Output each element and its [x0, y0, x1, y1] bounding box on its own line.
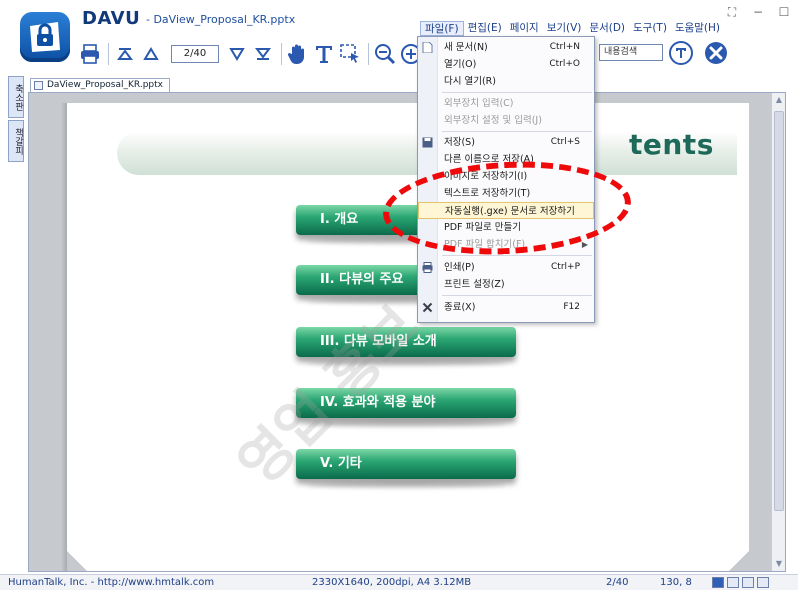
close-document-button[interactable]: [704, 41, 728, 65]
status-company: HumanTalk, Inc. - http://www.hmtalk.com: [8, 577, 215, 588]
window-title: - DaView_Proposal_KR.pptx: [146, 13, 296, 26]
menu-open[interactable]: 열기(O) Ctrl+O: [418, 56, 594, 73]
view-grid-icon[interactable]: [757, 577, 769, 588]
status-page-info: 2330X1640, 200dpi, A4 3.12MB: [312, 577, 472, 588]
page-shadow: [61, 103, 67, 571]
menu-print[interactable]: 인쇄(P) Ctrl+P: [418, 259, 594, 276]
print-icon: [422, 262, 433, 273]
toc-item-5: V. 기타: [296, 449, 516, 479]
side-panel-tabs: 축소판 책갈피: [8, 76, 24, 164]
menu-print-setup[interactable]: 프린트 설정(Z): [418, 276, 594, 293]
title-bar: DAVU - DaView_Proposal_KR.pptx ⛶ − ☐ 파일(…: [0, 0, 798, 72]
select-area-icon: [340, 44, 359, 63]
next-page-icon: [229, 48, 245, 61]
menu-tools[interactable]: 도구(T): [629, 21, 671, 36]
prev-page-button[interactable]: [139, 42, 163, 66]
document-file-icon: [34, 81, 43, 90]
window-controls: ⛶ − ☐: [726, 6, 790, 18]
menu-new-document[interactable]: 새 문서(N) Ctrl+N: [418, 39, 594, 56]
exit-icon: [422, 302, 433, 313]
scroll-thumb[interactable]: [774, 111, 784, 511]
menu-external-input: 외부장치 입력(C): [444, 98, 514, 109]
menu-edit[interactable]: 편집(E): [464, 21, 506, 36]
hand-tool-button[interactable]: [286, 42, 310, 66]
slide-title: tents: [629, 128, 714, 161]
hand-tool-icon: [287, 44, 304, 64]
print-icon: [81, 44, 99, 64]
view-continuous-icon[interactable]: [727, 577, 739, 588]
menu-separator: [442, 92, 592, 93]
menu-view[interactable]: 보기(V): [543, 21, 586, 36]
status-zoom: 130, 8: [660, 577, 692, 588]
document-tab[interactable]: DaView_Proposal_KR.pptx: [30, 78, 170, 92]
toolbar-separator: [281, 43, 282, 65]
first-page-button[interactable]: [113, 42, 137, 66]
search-icon: [669, 41, 693, 65]
menu-separator: [442, 255, 592, 256]
zoom-out-button[interactable]: [373, 42, 397, 66]
text-tool-icon: [316, 46, 332, 63]
maximize-button[interactable]: ☐: [778, 6, 790, 18]
menu-help[interactable]: 도움말(H): [671, 21, 724, 36]
slide-page: tents I. 개요 II. 다뷰의 주요 III. 다뷰 모바일 소개 IV…: [61, 103, 749, 571]
vertical-scrollbar[interactable]: ▲ ▼: [771, 93, 785, 571]
last-page-button[interactable]: [251, 42, 275, 66]
main-toolbar: 2/40: [78, 40, 425, 68]
first-page-icon: [117, 48, 133, 60]
zoom-out-icon: [375, 44, 396, 65]
view-mode-buttons: [712, 577, 769, 588]
status-bar: HumanTalk, Inc. - http://www.hmtalk.com …: [0, 574, 798, 590]
scroll-up-icon[interactable]: ▲: [774, 95, 784, 105]
tab-bookmarks[interactable]: 책갈피: [8, 120, 24, 162]
search-button[interactable]: [668, 40, 694, 66]
view-double-icon[interactable]: [742, 577, 754, 588]
new-document-icon: [422, 42, 433, 53]
scroll-down-icon[interactable]: ▼: [774, 559, 784, 569]
prev-page-icon: [143, 47, 159, 60]
menu-separator: [442, 295, 592, 296]
tab-thumbnails[interactable]: 축소판: [8, 76, 24, 118]
select-area-button[interactable]: [338, 42, 362, 66]
brand-name: DAVU: [82, 8, 141, 29]
text-tool-button[interactable]: [312, 42, 336, 66]
page-curl-left: [67, 551, 89, 571]
menu-exit[interactable]: 종료(X) F12: [418, 299, 594, 316]
toolbar-separator: [108, 43, 109, 65]
page-number-input[interactable]: 2/40: [171, 45, 219, 63]
document-view[interactable]: tents I. 개요 II. 다뷰의 주요 III. 다뷰 모바일 소개 IV…: [28, 92, 786, 572]
menu-file[interactable]: 파일(F): [420, 21, 464, 36]
search-input[interactable]: 내용검색: [599, 44, 663, 61]
fullscreen-button[interactable]: ⛶: [726, 6, 738, 18]
menu-external-setup: 외부장치 설정 및 입력(J): [444, 115, 542, 126]
page-curl-right: [727, 551, 749, 571]
save-icon: [422, 137, 433, 148]
toolbar-separator: [368, 43, 369, 65]
menu-separator: [442, 131, 592, 132]
document-tab-label: DaView_Proposal_KR.pptx: [47, 80, 163, 90]
minimize-button[interactable]: −: [752, 6, 764, 18]
view-single-icon[interactable]: [712, 577, 724, 588]
last-page-icon: [255, 48, 271, 60]
next-page-button[interactable]: [225, 42, 249, 66]
print-button[interactable]: [78, 42, 102, 66]
app-logo-icon: [20, 12, 70, 62]
menu-reopen[interactable]: 다시 열기(R): [418, 73, 594, 90]
menu-bar: 파일(F) 편집(E) 페이지 보기(V) 문서(D) 도구(T) 도움말(H): [420, 21, 724, 36]
menu-save[interactable]: 저장(S) Ctrl+S: [418, 134, 594, 151]
menu-page[interactable]: 페이지: [506, 21, 543, 36]
menu-document[interactable]: 문서(D): [585, 21, 629, 36]
status-page-number: 2/40: [606, 577, 629, 588]
close-doc-icon: [705, 42, 727, 64]
